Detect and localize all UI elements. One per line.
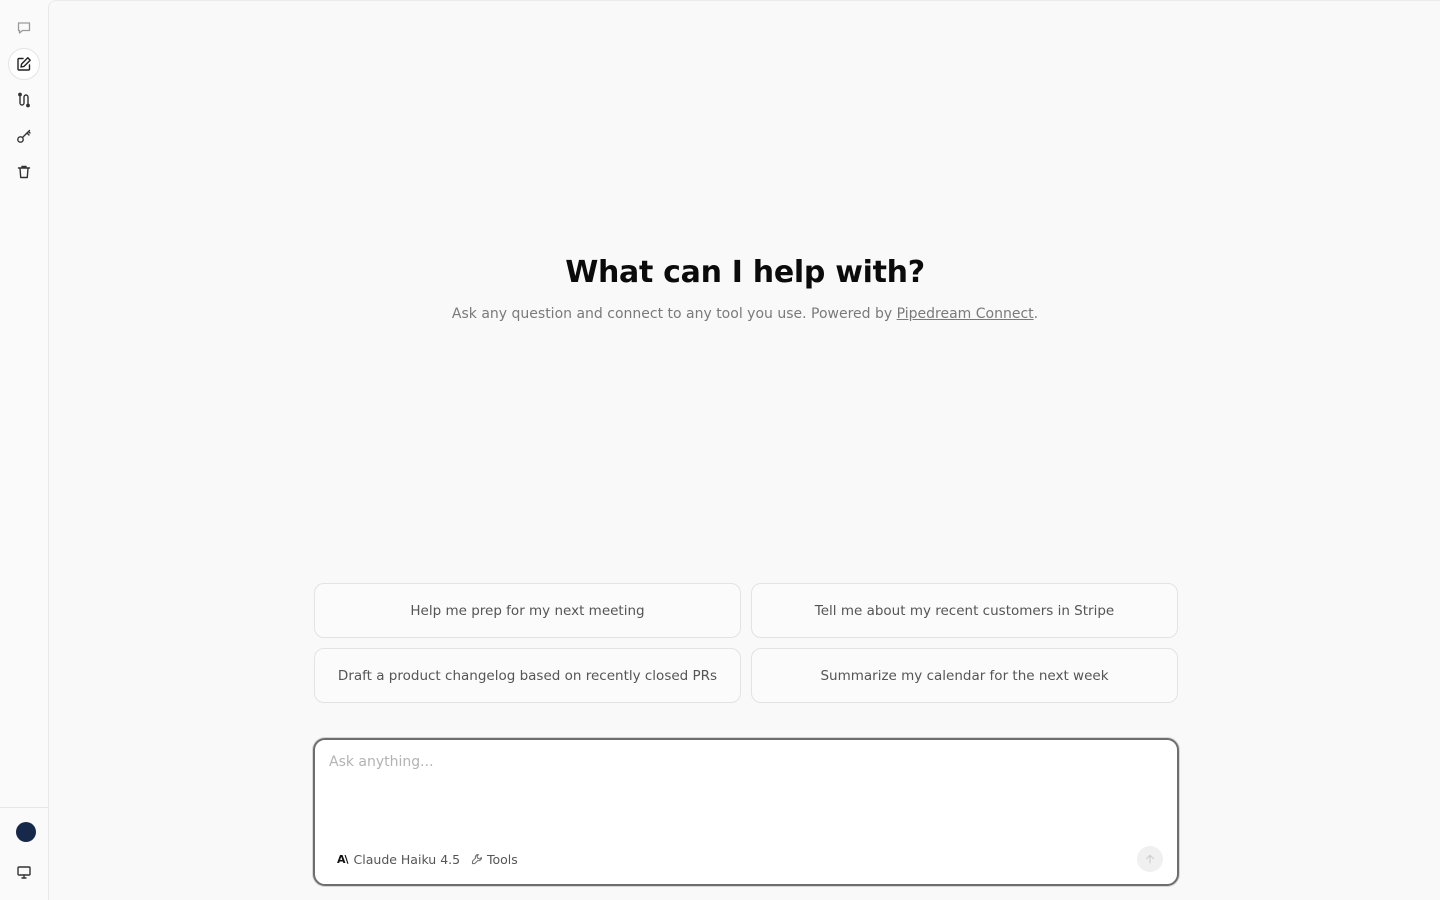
subtitle-text: Ask any question and connect to any tool… — [451, 306, 897, 322]
display-settings-button[interactable] — [8, 856, 40, 888]
avatar[interactable] — [16, 822, 36, 842]
chats-button[interactable] — [8, 12, 40, 44]
connections-icon — [18, 92, 30, 108]
main-panel: What can I help with? Ask any question a… — [48, 0, 1440, 900]
tools-button[interactable]: Tools — [471, 849, 518, 869]
suggestion-card[interactable]: Help me prep for my next meeting — [314, 583, 741, 638]
sidebar — [0, 0, 48, 900]
api-keys-button[interactable] — [8, 120, 40, 152]
suggestion-card[interactable]: Draft a product changelog based on recen… — [314, 648, 741, 703]
anthropic-logo-icon: A\ — [337, 852, 348, 866]
subtitle-period: . — [1033, 306, 1039, 322]
suggestion-card[interactable]: Summarize my calendar for the next week — [751, 648, 1178, 703]
page-title: What can I help with? — [565, 255, 925, 290]
message-input[interactable] — [329, 754, 1149, 824]
new-chat-button[interactable] — [8, 48, 40, 80]
wrench-icon — [471, 854, 482, 865]
key-icon — [17, 129, 31, 143]
composer: A\ Claude Haiku 4.5 Tools — [313, 738, 1179, 886]
delete-button[interactable] — [8, 156, 40, 188]
arrow-up-icon — [1146, 854, 1154, 864]
pipedream-connect-link[interactable]: Pipedream Connect — [897, 306, 1034, 322]
sidebar-divider — [0, 807, 48, 808]
tools-label: Tools — [487, 851, 518, 867]
connections-button[interactable] — [8, 84, 40, 116]
trash-icon — [17, 165, 31, 179]
monitor-icon — [17, 866, 31, 879]
send-button[interactable] — [1137, 846, 1163, 872]
new-chat-icon — [17, 57, 31, 71]
model-label: Claude Haiku 4.5 — [353, 851, 461, 867]
app-root: What can I help with? Ask any question a… — [0, 0, 1440, 900]
chat-bubble-icon — [17, 22, 31, 34]
model-selector-button[interactable]: A\ Claude Haiku 4.5 — [337, 849, 460, 869]
page-subtitle: Ask any question and connect to any tool… — [49, 306, 1440, 322]
suggestion-card[interactable]: Tell me about my recent customers in Str… — [751, 583, 1178, 638]
